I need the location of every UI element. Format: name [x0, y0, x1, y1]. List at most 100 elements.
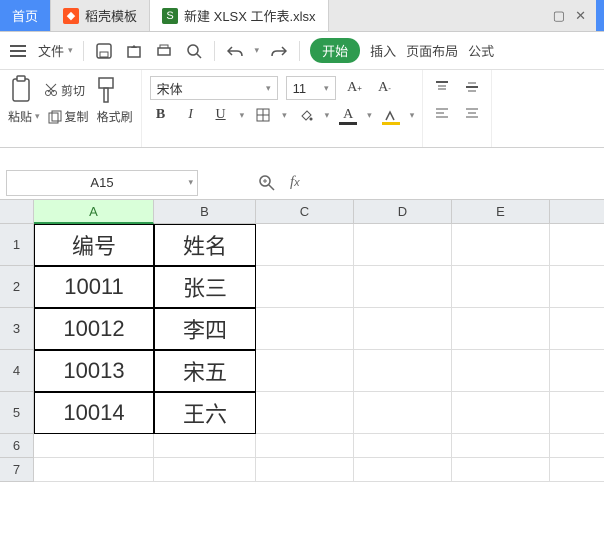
- formula-bar: A15 ▾ fx: [0, 166, 604, 200]
- align-top-icon[interactable]: [431, 76, 453, 98]
- cell[interactable]: [256, 350, 354, 392]
- bold-button[interactable]: B: [150, 104, 172, 126]
- hamburger-icon[interactable]: [8, 41, 28, 61]
- ribbon-tab-formula[interactable]: 公式: [468, 41, 494, 60]
- highlight-button[interactable]: [380, 104, 402, 126]
- font-name-select[interactable]: 宋体▾: [150, 76, 278, 100]
- cell[interactable]: [256, 224, 354, 266]
- cell[interactable]: [550, 434, 604, 458]
- copy-button[interactable]: 复制: [48, 108, 89, 125]
- cell[interactable]: [550, 458, 604, 482]
- name-box[interactable]: A15 ▾: [6, 170, 198, 196]
- chevron-down-icon[interactable]: ▾: [255, 45, 260, 56]
- col-header[interactable]: E: [452, 200, 550, 224]
- decrease-font-icon[interactable]: A-: [374, 77, 396, 99]
- cell[interactable]: 宋五: [154, 350, 256, 392]
- cell[interactable]: [550, 308, 604, 350]
- format-painter-icon[interactable]: [93, 76, 121, 104]
- ribbon-tab-insert[interactable]: 插入: [370, 41, 396, 60]
- font-size-select[interactable]: 11▾: [286, 76, 336, 100]
- cell[interactable]: [354, 266, 452, 308]
- cell[interactable]: [452, 392, 550, 434]
- chevron-down-icon: ▾: [266, 83, 271, 94]
- undo-icon[interactable]: [225, 41, 245, 61]
- preview-icon[interactable]: [184, 41, 204, 61]
- cell[interactable]: [34, 434, 154, 458]
- close-icon[interactable]: ✕: [575, 8, 586, 24]
- cell[interactable]: [154, 458, 256, 482]
- cell[interactable]: [452, 224, 550, 266]
- col-header[interactable]: A: [34, 200, 154, 224]
- col-header[interactable]: C: [256, 200, 354, 224]
- fx-icon[interactable]: fx: [290, 174, 300, 191]
- cell[interactable]: [452, 266, 550, 308]
- file-menu[interactable]: 文件▾: [38, 41, 73, 60]
- row-header[interactable]: 7: [0, 458, 34, 482]
- cell[interactable]: 10014: [34, 392, 154, 434]
- cell[interactable]: [154, 434, 256, 458]
- cell[interactable]: [550, 224, 604, 266]
- cell[interactable]: [452, 308, 550, 350]
- cell[interactable]: [354, 308, 452, 350]
- row-header[interactable]: 1: [0, 224, 34, 266]
- align-mid-icon[interactable]: [461, 76, 483, 98]
- border-button[interactable]: [252, 104, 274, 126]
- format-painter-button[interactable]: 格式刷: [97, 108, 133, 125]
- row-header[interactable]: 5: [0, 392, 34, 434]
- cell[interactable]: [34, 458, 154, 482]
- align-left-icon[interactable]: [431, 102, 453, 124]
- cell[interactable]: 10013: [34, 350, 154, 392]
- increase-font-icon[interactable]: A+: [344, 77, 366, 99]
- cell[interactable]: [256, 266, 354, 308]
- cell[interactable]: 李四: [154, 308, 256, 350]
- row-header[interactable]: 4: [0, 350, 34, 392]
- cut-button[interactable]: 剪切: [44, 82, 85, 99]
- export-icon[interactable]: [124, 41, 144, 61]
- col-header[interactable]: B: [154, 200, 256, 224]
- fill-color-button[interactable]: [295, 104, 317, 126]
- cell[interactable]: [550, 350, 604, 392]
- font-color-button[interactable]: A: [337, 104, 359, 126]
- save-icon[interactable]: [94, 41, 114, 61]
- row-header[interactable]: 6: [0, 434, 34, 458]
- row-header[interactable]: 3: [0, 308, 34, 350]
- zoom-icon[interactable]: [258, 174, 276, 192]
- cell[interactable]: [256, 392, 354, 434]
- cell[interactable]: [550, 392, 604, 434]
- cell[interactable]: 10011: [34, 266, 154, 308]
- cell[interactable]: [452, 434, 550, 458]
- col-header[interactable]: [550, 200, 604, 224]
- cell[interactable]: [256, 308, 354, 350]
- italic-button[interactable]: I: [180, 104, 202, 126]
- print-icon[interactable]: [154, 41, 174, 61]
- cell[interactable]: [452, 350, 550, 392]
- underline-button[interactable]: U: [210, 104, 232, 126]
- col-header[interactable]: D: [354, 200, 452, 224]
- cell[interactable]: [550, 266, 604, 308]
- paste-button[interactable]: 粘贴▾: [8, 108, 40, 125]
- cell[interactable]: 张三: [154, 266, 256, 308]
- ribbon-tab-layout[interactable]: 页面布局: [406, 41, 458, 60]
- cell[interactable]: [256, 434, 354, 458]
- cell[interactable]: 10012: [34, 308, 154, 350]
- ribbon-tab-start[interactable]: 开始: [310, 38, 360, 63]
- row-header[interactable]: 2: [0, 266, 34, 308]
- redo-icon[interactable]: [269, 41, 289, 61]
- cell[interactable]: [354, 434, 452, 458]
- cell[interactable]: 姓名: [154, 224, 256, 266]
- cell[interactable]: [354, 392, 452, 434]
- cell[interactable]: [256, 458, 354, 482]
- cell[interactable]: [452, 458, 550, 482]
- cell[interactable]: 编号: [34, 224, 154, 266]
- tab-workbook[interactable]: S 新建 XLSX 工作表.xlsx: [150, 0, 328, 31]
- select-all-corner[interactable]: [0, 200, 34, 224]
- restore-icon[interactable]: ▢: [553, 8, 565, 24]
- cell[interactable]: [354, 458, 452, 482]
- align-center-icon[interactable]: [461, 102, 483, 124]
- tab-templates[interactable]: ◆ 稻壳模板: [51, 0, 150, 31]
- paste-icon[interactable]: [8, 76, 36, 104]
- cell[interactable]: 王六: [154, 392, 256, 434]
- cell[interactable]: [354, 224, 452, 266]
- tab-home[interactable]: 首页: [0, 0, 51, 31]
- cell[interactable]: [354, 350, 452, 392]
